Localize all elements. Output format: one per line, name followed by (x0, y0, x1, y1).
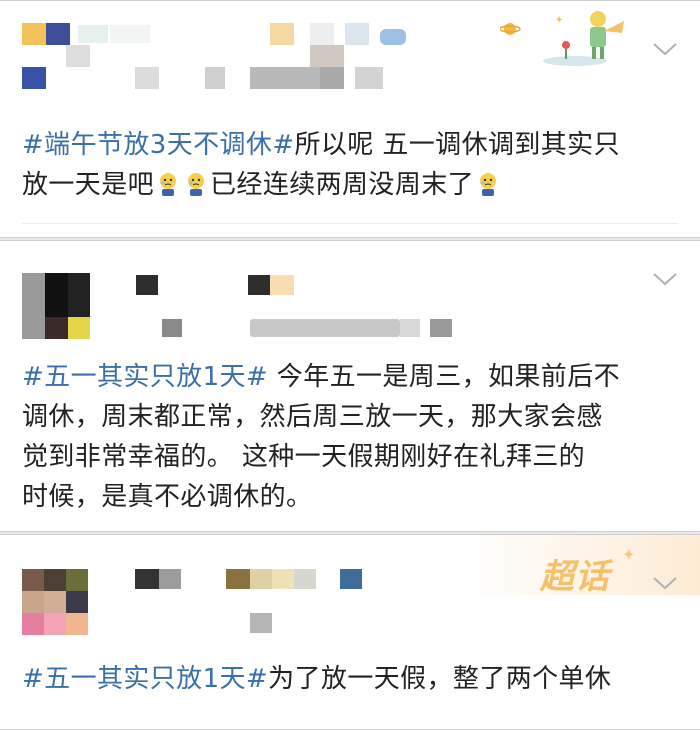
post-meta-blurred (250, 613, 272, 633)
avatar[interactable] (22, 23, 46, 45)
hashtag-link[interactable]: #五一其实只放1天# (22, 362, 268, 392)
little-prince-decoration-icon: ✦ (499, 7, 630, 67)
post-text: #五一其实只放1天#为了放一天假，整了两个单休 (22, 664, 612, 694)
svg-text:✦: ✦ (555, 15, 563, 26)
post-text: #五一其实只放1天# 今年五一是周三，如果前后不 调休，周末都正常，然后周三放一… (22, 362, 620, 512)
chevron-down-icon[interactable] (652, 41, 678, 67)
super-topic-badge[interactable]: 超话 (540, 549, 610, 598)
hashtag-link[interactable]: #端午节放3天不调休# (22, 130, 295, 160)
hashtag-link[interactable]: #五一其实只放1天# (22, 664, 268, 694)
username-blurred[interactable] (135, 569, 159, 589)
crying-emoji-icon (155, 169, 181, 196)
crying-emoji-icon (475, 169, 501, 196)
post-card-2: #五一其实只放1天# 今年五一是周三，如果前后不 调休，周末都正常，然后周三放一… (0, 240, 700, 532)
divider (22, 223, 678, 224)
post-meta-blurred (162, 319, 182, 337)
post-meta-blurred (135, 67, 159, 89)
chevron-down-icon[interactable] (652, 271, 678, 297)
username-blurred[interactable] (136, 275, 158, 295)
post-card-3: 超话 ✦ #五一其实只放1天#为了放一天假，整了两个单休 (0, 534, 700, 730)
post-text: #端午节放3天不调休#所以呢 五一调休调到其实只 放一天是吧 已经连续两周没周末了 (22, 130, 620, 200)
avatar[interactable] (22, 569, 44, 591)
post-card-1: ✦ #端午节放3天不调休#所以呢 五一调休调到其实只 放一天是吧 已经连续两周没周… (0, 0, 700, 238)
sparkle-icon: ✦ (622, 545, 636, 564)
username-blurred[interactable] (78, 25, 108, 43)
crying-emoji-icon (183, 169, 209, 196)
chevron-down-icon[interactable] (652, 575, 678, 601)
